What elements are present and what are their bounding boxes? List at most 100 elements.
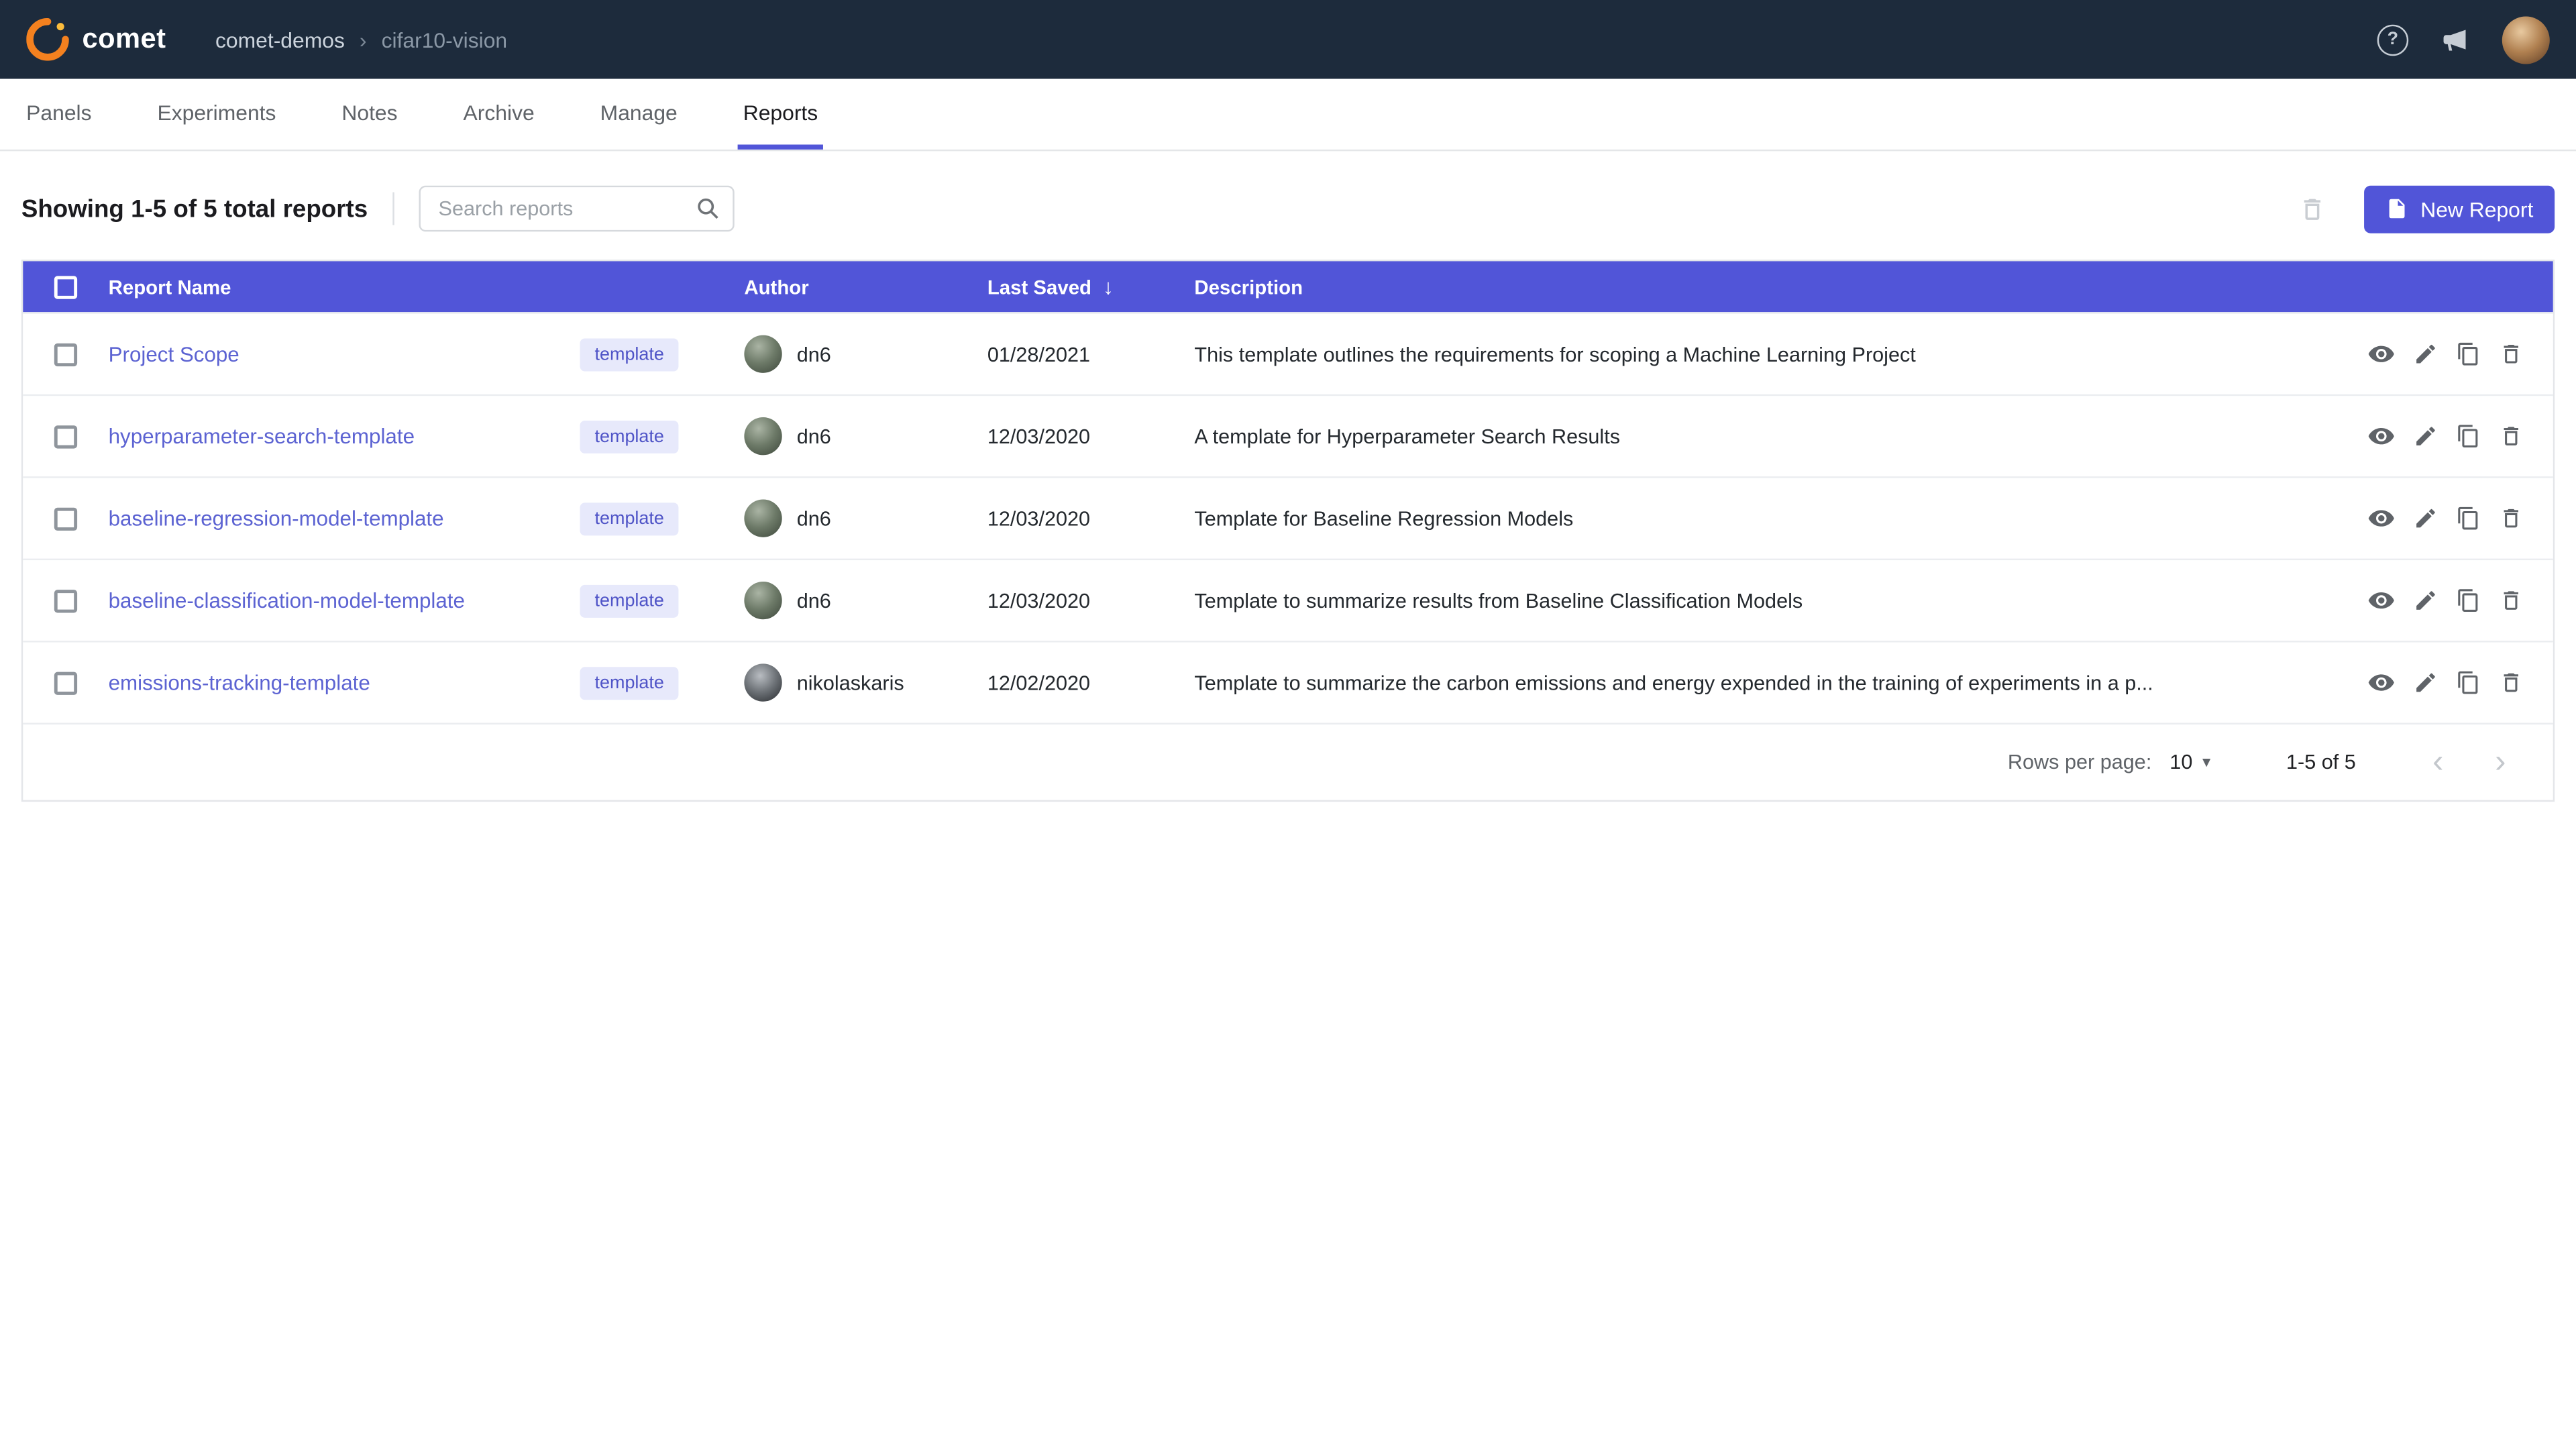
last-saved-date: 01/28/2021 [987, 343, 1195, 366]
edit-icon[interactable] [2414, 506, 2438, 531]
table-row: baseline-classification-model-template t… [23, 559, 2553, 641]
author-avatar [744, 582, 782, 619]
delete-icon[interactable] [2499, 506, 2524, 531]
help-icon[interactable]: ? [2377, 24, 2409, 56]
edit-icon[interactable] [2414, 424, 2438, 449]
search-box [419, 186, 734, 232]
brand[interactable]: comet [26, 18, 166, 61]
delete-icon[interactable] [2499, 670, 2524, 695]
report-name-link[interactable]: baseline-regression-model-template [109, 506, 444, 531]
sort-descending-icon[interactable]: ↓ [1103, 274, 1114, 299]
breadcrumb: comet-demos › cifar10-vision [215, 27, 507, 52]
comet-logo-icon [26, 18, 69, 61]
column-report-name[interactable]: Report Name [109, 275, 580, 298]
duplicate-icon[interactable] [2456, 424, 2481, 449]
breadcrumb-workspace[interactable]: comet-demos [215, 27, 345, 52]
results-count: Showing 1-5 of 5 total reports [21, 195, 368, 223]
template-badge: template [580, 666, 678, 699]
user-avatar[interactable] [2502, 15, 2550, 63]
author-name: dn6 [797, 507, 831, 530]
table-row: hyperparameter-search-template template … [23, 394, 2553, 476]
app-root: comet comet-demos › cifar10-vision ? Pan… [0, 0, 2576, 1449]
toolbar-divider [392, 193, 394, 225]
reports-page: Showing 1-5 of 5 total reports [0, 184, 2576, 802]
table-header: Report Name Author Last Saved ↓ Descript… [23, 261, 2553, 312]
author-name: dn6 [797, 589, 831, 612]
row-actions [2348, 586, 2553, 614]
view-icon[interactable] [2367, 340, 2396, 368]
tab-notes[interactable]: Notes [337, 79, 402, 150]
column-description[interactable]: Description [1194, 275, 2347, 298]
rows-per-page-select[interactable]: 10 ▾ [2169, 751, 2210, 773]
report-name-link[interactable]: hyperparameter-search-template [109, 424, 415, 449]
bulk-delete-icon[interactable] [2299, 195, 2327, 223]
previous-page-icon[interactable]: ‹ [2418, 743, 2458, 782]
top-bar-actions: ? [2377, 15, 2550, 63]
duplicate-icon[interactable] [2456, 670, 2481, 695]
last-saved-date: 12/03/2020 [987, 507, 1195, 530]
column-author[interactable]: Author [744, 275, 987, 298]
edit-icon[interactable] [2414, 588, 2438, 613]
view-icon[interactable] [2367, 586, 2396, 614]
search-icon[interactable] [695, 195, 721, 221]
author-avatar [744, 499, 782, 537]
view-icon[interactable] [2367, 422, 2396, 450]
report-description: A template for Hyperparameter Search Res… [1194, 425, 2347, 447]
tab-reports[interactable]: Reports [738, 79, 822, 150]
delete-icon[interactable] [2499, 424, 2524, 449]
table-row: emissions-tracking-template template nik… [23, 641, 2553, 722]
report-name-link[interactable]: emissions-tracking-template [109, 670, 370, 695]
tab-experiments[interactable]: Experiments [152, 79, 281, 150]
row-actions [2348, 422, 2553, 450]
caret-down-icon: ▾ [2202, 753, 2210, 771]
author-name: nikolaskaris [797, 671, 904, 694]
edit-icon[interactable] [2414, 670, 2438, 695]
select-all-checkbox[interactable] [54, 275, 77, 298]
top-bar: comet comet-demos › cifar10-vision ? [0, 0, 2576, 79]
next-page-icon[interactable]: › [2481, 743, 2520, 782]
report-name-link[interactable]: Project Scope [109, 341, 239, 366]
duplicate-icon[interactable] [2456, 506, 2481, 531]
report-doc-icon [2386, 197, 2409, 220]
row-actions [2348, 669, 2553, 697]
breadcrumb-project[interactable]: cifar10-vision [382, 27, 508, 52]
author-name: dn6 [797, 343, 831, 366]
tab-manage[interactable]: Manage [595, 79, 682, 150]
row-actions [2348, 504, 2553, 533]
reports-toolbar: Showing 1-5 of 5 total reports [21, 184, 2555, 233]
tab-panels[interactable]: Panels [21, 79, 97, 150]
new-report-button[interactable]: New Report [2365, 185, 2555, 233]
search-input[interactable] [419, 186, 734, 232]
tab-archive[interactable]: Archive [458, 79, 539, 150]
row-checkbox[interactable] [54, 589, 77, 612]
reports-table: Report Name Author Last Saved ↓ Descript… [21, 260, 2555, 802]
delete-icon[interactable] [2499, 341, 2524, 366]
template-badge: template [580, 502, 678, 535]
view-icon[interactable] [2367, 504, 2396, 533]
row-checkbox[interactable] [54, 343, 77, 366]
column-last-saved[interactable]: Last Saved ↓ [987, 274, 1195, 299]
last-saved-date: 12/03/2020 [987, 425, 1195, 447]
author-avatar [744, 335, 782, 373]
announcements-icon[interactable] [2440, 24, 2471, 56]
row-checkbox[interactable] [54, 671, 77, 694]
duplicate-icon[interactable] [2456, 341, 2481, 366]
row-checkbox[interactable] [54, 425, 77, 447]
table-row: baseline-regression-model-template templ… [23, 476, 2553, 558]
rows-per-page-label: Rows per page: [2008, 751, 2151, 773]
row-checkbox[interactable] [54, 507, 77, 530]
table-row: Project Scope template dn6 01/28/2021 Th… [23, 312, 2553, 394]
report-description: Template to summarize results from Basel… [1194, 589, 2347, 612]
report-name-link[interactable]: baseline-classification-model-template [109, 588, 465, 613]
duplicate-icon[interactable] [2456, 588, 2481, 613]
delete-icon[interactable] [2499, 588, 2524, 613]
edit-icon[interactable] [2414, 341, 2438, 366]
brand-name: comet [82, 23, 166, 56]
template-badge: template [580, 584, 678, 617]
view-icon[interactable] [2367, 669, 2396, 697]
new-report-label: New Report [2420, 197, 2533, 221]
report-description: This template outlines the requirements … [1194, 343, 2347, 366]
report-description: Template to summarize the carbon emissio… [1194, 671, 2347, 694]
report-description: Template for Baseline Regression Models [1194, 507, 2347, 530]
last-saved-date: 12/02/2020 [987, 671, 1195, 694]
